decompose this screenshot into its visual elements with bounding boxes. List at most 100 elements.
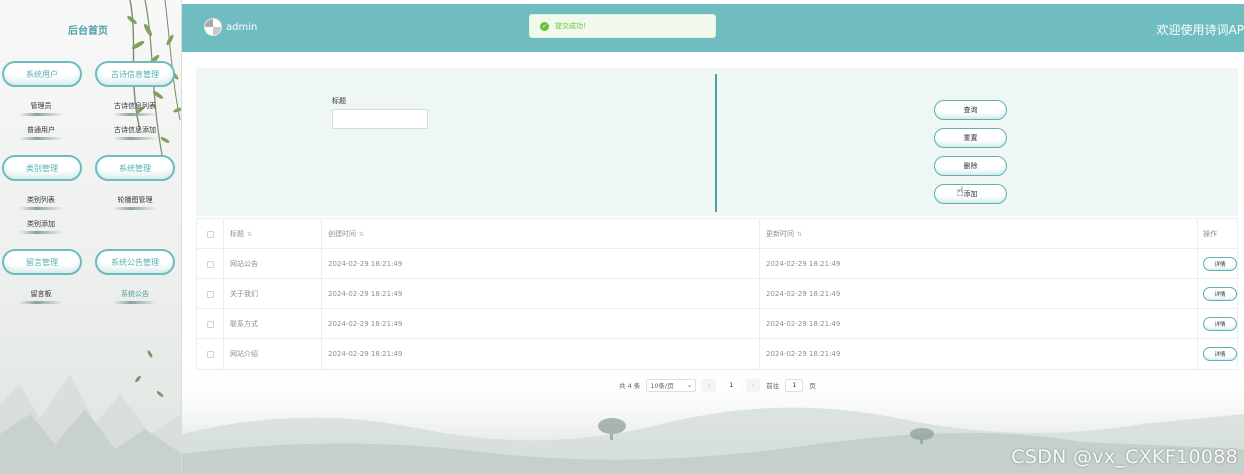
header-created-label: 创建时间 <box>328 230 356 238</box>
sidebar-item-users[interactable]: 普通用户 <box>6 125 76 140</box>
sidebar-item-label: 类别列表 <box>27 196 55 204</box>
sidebar-item-message-board[interactable]: 留言板 <box>6 289 76 304</box>
sidebar-item-label: 轮播图管理 <box>117 196 153 204</box>
row-select-cell <box>197 279 223 309</box>
brush-underline <box>19 207 63 210</box>
table-row: 联系方式 2024-02-29 18:21:49 2024-02-29 18:2… <box>197 309 1237 339</box>
row-checkbox[interactable] <box>206 290 214 298</box>
success-toast: ✓ 提交成功! <box>529 14 716 38</box>
header-title-label: 标题 <box>230 230 244 238</box>
cell-updated: 2024-02-29 18:21:49 <box>759 339 1197 369</box>
sidebar-item-poem-list[interactable]: 古诗信息列表 <box>100 101 170 116</box>
data-table: 标题 ⇅ 创建时间 ⇅ 更新时间 ⇅ 操作 网站公告 2024-02-29 18:21… <box>196 218 1238 370</box>
cell-ops: 详情 <box>1197 249 1239 279</box>
menu-system[interactable]: 系统管理 <box>95 155 175 181</box>
sort-icon[interactable]: ⇅ <box>797 231 802 238</box>
menu-poem-info[interactable]: 古诗信息管理 <box>95 61 175 87</box>
check-circle-icon: ✓ <box>540 21 549 31</box>
sidebar-item-category-add[interactable]: 类别添加 <box>6 219 76 234</box>
row-checkbox[interactable] <box>206 260 214 268</box>
cell-title: 关于我们 <box>223 279 321 309</box>
row-checkbox[interactable] <box>206 350 214 358</box>
row-select-cell <box>197 249 223 279</box>
cell-title: 网站介绍 <box>223 339 321 369</box>
chevron-down-icon: ⌄ <box>686 381 693 389</box>
page-size-select[interactable]: 10条/页 ⌄ <box>646 378 697 392</box>
page-size-value: 10条/页 <box>650 382 674 390</box>
reset-button[interactable]: 重置 <box>934 128 1007 148</box>
cell-ops: 详情 <box>1197 279 1239 309</box>
current-page[interactable]: 1 <box>722 378 741 392</box>
cell-ops: 详情 <box>1197 309 1239 339</box>
sort-icon[interactable]: ⇅ <box>359 231 364 238</box>
brush-underline <box>113 113 157 116</box>
header-updated-label: 更新时间 <box>766 230 794 238</box>
cell-created: 2024-02-29 18:21:49 <box>321 339 759 369</box>
table-row: 网站介绍 2024-02-29 18:21:49 2024-02-29 18:2… <box>197 339 1237 369</box>
header-title[interactable]: 标题 ⇅ <box>223 219 321 249</box>
header-updated[interactable]: 更新时间 ⇅ <box>759 219 1197 249</box>
brush-underline <box>19 301 63 304</box>
next-page-button[interactable]: › <box>746 378 761 392</box>
cell-updated: 2024-02-29 18:21:49 <box>759 249 1197 279</box>
username: admin <box>226 22 258 33</box>
brush-underline <box>19 113 63 116</box>
cell-title: 联系方式 <box>223 309 321 339</box>
sidebar-item-label: 留言板 <box>30 290 52 298</box>
header-ops: 操作 <box>1197 219 1239 249</box>
pagination: 共 4 条 10条/页 ⌄ ‹ 1 › 前往 1 页 <box>619 378 816 392</box>
row-select-cell <box>197 339 223 369</box>
query-button[interactable]: 查询 <box>934 100 1007 120</box>
detail-button[interactable]: 详情 <box>1203 347 1237 361</box>
sidebar-item-label: 管理员 <box>30 102 52 110</box>
title-label: 标题 <box>332 97 346 105</box>
sidebar-item-admins[interactable]: 管理员 <box>6 101 76 116</box>
brush-underline <box>19 231 63 234</box>
sidebar-item-category-list[interactable]: 类别列表 <box>6 195 76 210</box>
sidebar-item-carousel[interactable]: 轮播图管理 <box>100 195 170 210</box>
brush-underline <box>19 137 63 140</box>
cell-ops: 详情 <box>1197 339 1239 369</box>
menu-category[interactable]: 类别管理 <box>2 155 82 181</box>
table-header: 标题 ⇅ 创建时间 ⇅ 更新时间 ⇅ 操作 <box>197 219 1237 249</box>
sidebar-item-announcement[interactable]: 系统公告 <box>100 289 170 304</box>
title-input[interactable] <box>332 109 428 129</box>
detail-button[interactable]: 详情 <box>1203 287 1237 301</box>
main-content: 标题 查询 重置 删除 添加 标题 ⇅ 创建时间 ⇅ 更新时间 ⇅ 操作 网站公告 2… <box>182 52 1244 474</box>
sidebar: 后台首页 系统用户 管理员 普通用户 古诗信息管理 古诗信息列表 古诗信息添加 … <box>0 0 182 474</box>
watermark: CSDN @vx_CXKF10088 <box>1011 446 1238 468</box>
welcome-text: 欢迎使用诗词AP <box>1156 23 1244 37</box>
menu-announcements[interactable]: 系统公告管理 <box>95 249 175 275</box>
row-checkbox[interactable] <box>206 320 214 328</box>
prev-page-button[interactable]: ‹ <box>702 378 717 392</box>
add-button[interactable]: 添加 <box>934 184 1007 204</box>
row-select-cell <box>197 309 223 339</box>
toast-message: 提交成功! <box>555 22 586 30</box>
hand-cursor-icon: ☝ <box>956 185 964 200</box>
page-unit: 页 <box>809 382 816 390</box>
brush-underline <box>113 137 157 140</box>
goto-page-input[interactable]: 1 <box>785 378 804 392</box>
home-link[interactable]: 后台首页 <box>68 22 108 37</box>
detail-button[interactable]: 详情 <box>1203 257 1237 271</box>
detail-button[interactable]: 详情 <box>1203 317 1237 331</box>
sidebar-item-poem-add[interactable]: 古诗信息添加 <box>100 125 170 140</box>
cell-updated: 2024-02-29 18:21:49 <box>759 309 1197 339</box>
sidebar-item-label: 古诗信息添加 <box>114 126 156 134</box>
table-row: 网站公告 2024-02-29 18:21:49 2024-02-29 18:2… <box>197 249 1237 279</box>
sort-icon[interactable]: ⇅ <box>247 231 252 238</box>
goto-label: 前往 <box>766 382 780 390</box>
panel-divider <box>715 74 717 212</box>
avatar[interactable] <box>204 18 222 36</box>
brush-underline <box>113 301 157 304</box>
menu-messages[interactable]: 留言管理 <box>2 249 82 275</box>
brush-underline <box>113 207 157 210</box>
delete-button[interactable]: 删除 <box>934 156 1007 176</box>
select-all-checkbox[interactable] <box>206 230 214 238</box>
sidebar-item-label: 类别添加 <box>27 220 55 228</box>
header-created[interactable]: 创建时间 ⇅ <box>321 219 759 249</box>
cell-created: 2024-02-29 18:21:49 <box>321 249 759 279</box>
table-row: 关于我们 2024-02-29 18:21:49 2024-02-29 18:2… <box>197 279 1237 309</box>
cell-created: 2024-02-29 18:21:49 <box>321 309 759 339</box>
menu-system-users[interactable]: 系统用户 <box>2 61 82 87</box>
